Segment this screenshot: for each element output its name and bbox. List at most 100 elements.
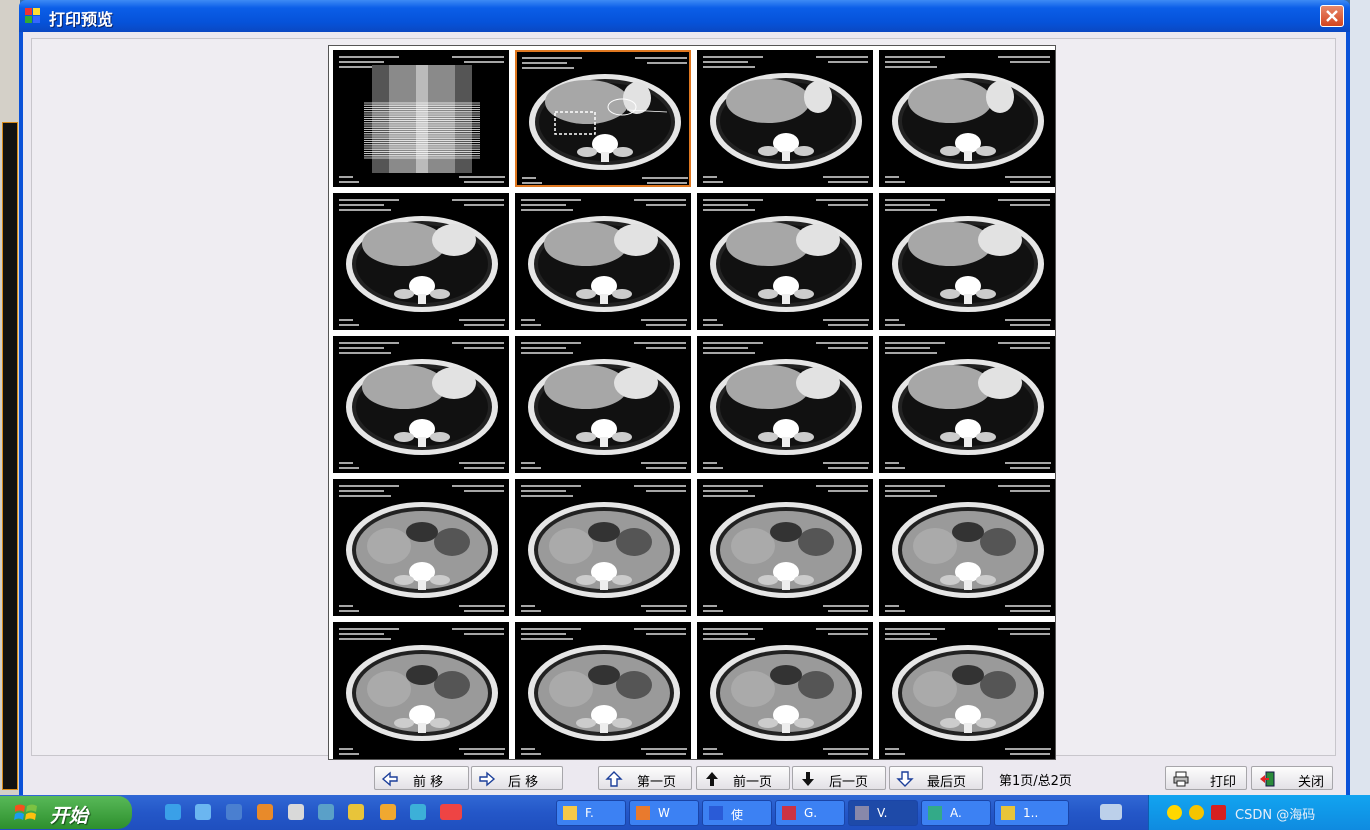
axial-slice-image [892,502,1044,598]
office-icon[interactable] [257,804,273,820]
prev-page-label: 前一页 [733,775,773,790]
axial-slice-image [710,216,862,312]
arrow-left-icon [381,771,398,787]
close-preview-label: 关闭 [1298,775,1325,790]
background-panel [2,122,18,790]
ct-image-cell[interactable] [697,336,873,473]
preview-paper [31,38,1336,760]
arrow-right-icon [479,771,496,787]
sync-icon[interactable] [410,804,426,820]
ct-image-cell[interactable] [515,193,691,330]
ct-image-cell[interactable] [333,622,509,759]
taskbar-button[interactable]: W [629,800,699,826]
taskbar-button[interactable]: 1.. [994,800,1069,826]
arrow-down-outline-icon [896,771,914,787]
taskbar-button-label: V. [877,806,888,820]
print-preview-window: 打印预览 前 移 后 移 第一页 前一页 后一页 最后页 第1页/总2页 打印 … [19,0,1350,795]
taskbar-button[interactable]: F. [556,800,626,826]
arrow-up-outline-icon [605,771,623,787]
ct-image-cell[interactable] [879,479,1055,616]
ct-image-cell[interactable] [697,479,873,616]
print-button[interactable]: 打印 [1165,766,1247,790]
shift-back-button[interactable]: 前 移 [374,766,469,790]
taskbar-button[interactable]: 使 [702,800,772,826]
close-preview-button[interactable]: 关闭 [1251,766,1333,790]
smiley-icon[interactable] [1167,805,1182,820]
app-window-icon [563,806,577,820]
ct-image-cell[interactable] [333,336,509,473]
prev-page-button[interactable]: 前一页 [696,766,790,790]
printer-icon [1173,771,1189,787]
first-page-button[interactable]: 第一页 [598,766,692,790]
film-sheet [328,45,1056,760]
taskbar-button-label: F. [585,806,594,820]
media-icon[interactable] [226,804,242,820]
taskbar-button[interactable]: V. [848,800,918,826]
k-antivirus-icon[interactable] [1211,805,1226,820]
paint-icon[interactable] [348,804,364,820]
first-page-label: 第一页 [637,775,677,790]
ct-image-cell[interactable] [879,193,1055,330]
ct-image-cell[interactable] [697,193,873,330]
last-page-button[interactable]: 最后页 [889,766,983,790]
app-window-icon [782,806,796,820]
exit-door-icon [1260,771,1275,787]
last-page-label: 最后页 [927,775,967,790]
app-window-icon [709,806,723,820]
ct-image-cell[interactable] [879,336,1055,473]
ct-image-cell[interactable] [879,622,1055,759]
app-icon [25,8,41,24]
title-bar[interactable]: 打印预览 [19,0,1350,32]
app-window-icon [1001,806,1015,820]
taskbar-button-label: G. [804,806,818,820]
axial-slice-image [710,73,862,169]
ct-image-cell[interactable] [333,479,509,616]
ct-image-cell[interactable] [515,479,691,616]
axial-slice-image [528,645,680,741]
axial-slice-image [346,645,498,741]
ebay-icon[interactable] [440,804,462,820]
taskbar-button-label: 1.. [1023,806,1039,820]
close-icon [1326,10,1338,22]
lock-icon[interactable] [1189,805,1204,820]
axial-slice-image [892,216,1044,312]
ct-image-cell[interactable] [515,622,691,759]
axial-slice-image [892,359,1044,455]
ct-image-cell[interactable] [697,50,873,187]
start-button[interactable]: 开始 [0,796,132,829]
ct-image-cell[interactable] [515,50,691,187]
ct-image-cell[interactable] [333,50,509,187]
outlook-icon[interactable] [195,804,211,820]
next-page-button[interactable]: 后一页 [792,766,886,790]
taskbar-button-label: A. [950,806,962,820]
windows-logo-icon [14,804,37,820]
axial-slice-image [710,502,862,598]
ct-image-cell[interactable] [879,50,1055,187]
axial-slice-image [710,645,862,741]
ct-image-cell[interactable] [697,622,873,759]
monitor-icon[interactable] [318,804,334,820]
taskbar: 开始 F. W 使 G. V. A. 1.. CSDN @海码 [0,795,1370,830]
axial-slice-image [892,73,1044,169]
axial-slice-image [710,359,862,455]
ct-image-cell[interactable] [333,193,509,330]
tools-icon[interactable] [288,804,304,820]
taskbar-button-label: W [658,806,670,820]
ie-icon[interactable] [165,804,181,820]
window-close-button[interactable] [1320,5,1344,27]
show-desktop-icon[interactable] [1100,804,1122,820]
app-window-icon [855,806,869,820]
taskbar-button[interactable]: A. [921,800,991,826]
taskbar-button-label: 使 [731,808,744,822]
app-window-icon [928,806,942,820]
background-app-left [0,0,20,795]
axial-slice-image [528,359,680,455]
shift-back-label: 前 移 [413,775,444,790]
editor-icon[interactable] [380,804,396,820]
next-page-label: 后一页 [829,775,869,790]
ct-image-cell[interactable] [515,336,691,473]
axial-slice-image [528,502,680,598]
taskbar-button[interactable]: G. [775,800,845,826]
shift-forward-button[interactable]: 后 移 [471,766,563,790]
axial-slice-image [529,74,681,170]
